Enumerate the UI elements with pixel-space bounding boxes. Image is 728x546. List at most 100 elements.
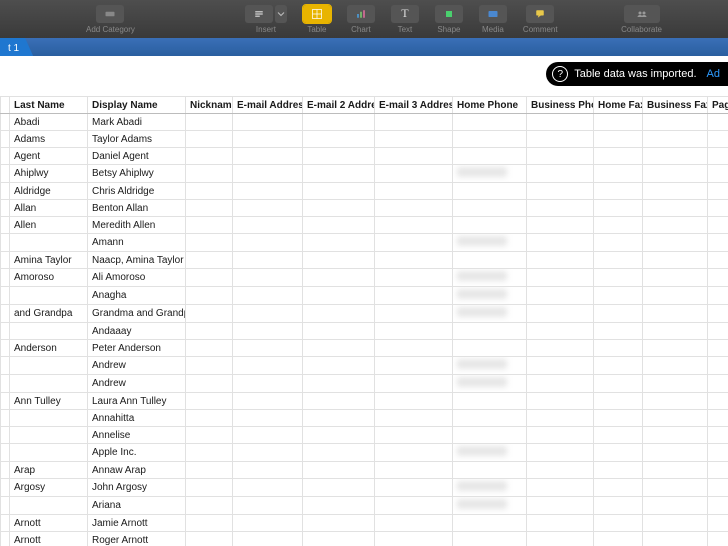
cell[interactable]	[186, 497, 233, 515]
cell[interactable]	[375, 393, 453, 410]
cell[interactable]	[186, 375, 233, 393]
cell[interactable]	[453, 269, 527, 287]
cell[interactable]	[594, 287, 643, 305]
cell[interactable]	[594, 340, 643, 357]
cell[interactable]	[708, 375, 728, 393]
cell[interactable]	[643, 427, 708, 444]
cell[interactable]	[233, 305, 303, 323]
cell[interactable]	[527, 515, 594, 532]
column-header[interactable]: Pag	[708, 97, 728, 114]
column-header[interactable]: Business Phone	[527, 97, 594, 114]
cell[interactable]: Annaw Arap	[88, 462, 186, 479]
cell[interactable]	[303, 532, 375, 546]
column-header[interactable]: E-mail 3 Address	[375, 97, 453, 114]
table-row[interactable]: Annelise	[1, 427, 728, 444]
cell[interactable]	[594, 269, 643, 287]
cell[interactable]	[186, 305, 233, 323]
cell[interactable]	[594, 252, 643, 269]
cell[interactable]	[233, 497, 303, 515]
cell[interactable]	[233, 183, 303, 200]
cell[interactable]	[10, 234, 88, 252]
table-row[interactable]: AdamsTaylor Adams	[1, 131, 728, 148]
cell[interactable]	[375, 200, 453, 217]
cell[interactable]	[527, 269, 594, 287]
cell[interactable]	[708, 287, 728, 305]
cell[interactable]	[594, 217, 643, 234]
cell[interactable]	[303, 410, 375, 427]
cell[interactable]	[708, 479, 728, 497]
cell[interactable]	[375, 323, 453, 340]
cell[interactable]	[186, 340, 233, 357]
cell[interactable]	[303, 234, 375, 252]
cell[interactable]	[643, 269, 708, 287]
cell[interactable]	[643, 183, 708, 200]
cell[interactable]	[303, 479, 375, 497]
cell[interactable]	[708, 393, 728, 410]
column-header[interactable]: Home Fax	[594, 97, 643, 114]
cell[interactable]	[233, 357, 303, 375]
cell[interactable]: Ali Amoroso	[88, 269, 186, 287]
cell[interactable]	[594, 323, 643, 340]
table-row[interactable]: ArnottRoger Arnott	[1, 532, 728, 546]
cell[interactable]	[453, 200, 527, 217]
cell[interactable]	[453, 340, 527, 357]
cell[interactable]	[527, 479, 594, 497]
cell[interactable]	[10, 410, 88, 427]
cell[interactable]	[233, 217, 303, 234]
cell[interactable]	[303, 393, 375, 410]
table-row[interactable]: Ann TulleyLaura Ann Tulley	[1, 393, 728, 410]
cell[interactable]: and Grandpa	[10, 305, 88, 323]
cell[interactable]	[303, 269, 375, 287]
cell[interactable]	[303, 131, 375, 148]
cell[interactable]	[453, 252, 527, 269]
cell[interactable]	[594, 114, 643, 131]
cell[interactable]	[10, 357, 88, 375]
cell[interactable]	[708, 340, 728, 357]
cell[interactable]: Arnott	[10, 532, 88, 546]
cell[interactable]	[233, 323, 303, 340]
cell[interactable]	[708, 114, 728, 131]
table-row[interactable]: AndersonPeter Anderson	[1, 340, 728, 357]
spreadsheet-grid[interactable]: Last NameDisplay NameNicknameE-mail Addr…	[0, 96, 728, 546]
cell[interactable]	[233, 532, 303, 546]
cell[interactable]: Amoroso	[10, 269, 88, 287]
cell[interactable]	[186, 393, 233, 410]
column-header[interactable]: E-mail 2 Address	[303, 97, 375, 114]
cell[interactable]	[186, 444, 233, 462]
cell[interactable]	[527, 165, 594, 183]
cell[interactable]	[594, 183, 643, 200]
cell[interactable]	[708, 444, 728, 462]
cell[interactable]: Taylor Adams	[88, 131, 186, 148]
cell[interactable]	[453, 323, 527, 340]
cell[interactable]	[643, 114, 708, 131]
cell[interactable]: Agent	[10, 148, 88, 165]
column-header[interactable]: Business Fax	[643, 97, 708, 114]
cell[interactable]	[643, 532, 708, 546]
cell[interactable]	[594, 515, 643, 532]
table-row[interactable]: Apple Inc.	[1, 444, 728, 462]
cell[interactable]	[233, 114, 303, 131]
column-header[interactable]: Home Phone	[453, 97, 527, 114]
cell[interactable]	[708, 131, 728, 148]
cell[interactable]	[303, 497, 375, 515]
cell[interactable]: Betsy Ahiplwy	[88, 165, 186, 183]
cell[interactable]	[594, 393, 643, 410]
cell[interactable]	[708, 305, 728, 323]
cell[interactable]	[453, 375, 527, 393]
cell[interactable]	[375, 444, 453, 462]
cell[interactable]	[594, 234, 643, 252]
cell[interactable]	[527, 410, 594, 427]
cell[interactable]	[708, 269, 728, 287]
cell[interactable]	[527, 217, 594, 234]
cell[interactable]	[708, 462, 728, 479]
cell[interactable]	[527, 497, 594, 515]
cell[interactable]	[594, 410, 643, 427]
cell[interactable]	[10, 375, 88, 393]
cell[interactable]	[643, 497, 708, 515]
cell[interactable]	[375, 357, 453, 375]
cell[interactable]	[527, 200, 594, 217]
cell[interactable]	[375, 114, 453, 131]
cell[interactable]	[303, 323, 375, 340]
chart-button[interactable]: Chart	[341, 5, 381, 34]
cell[interactable]	[233, 340, 303, 357]
